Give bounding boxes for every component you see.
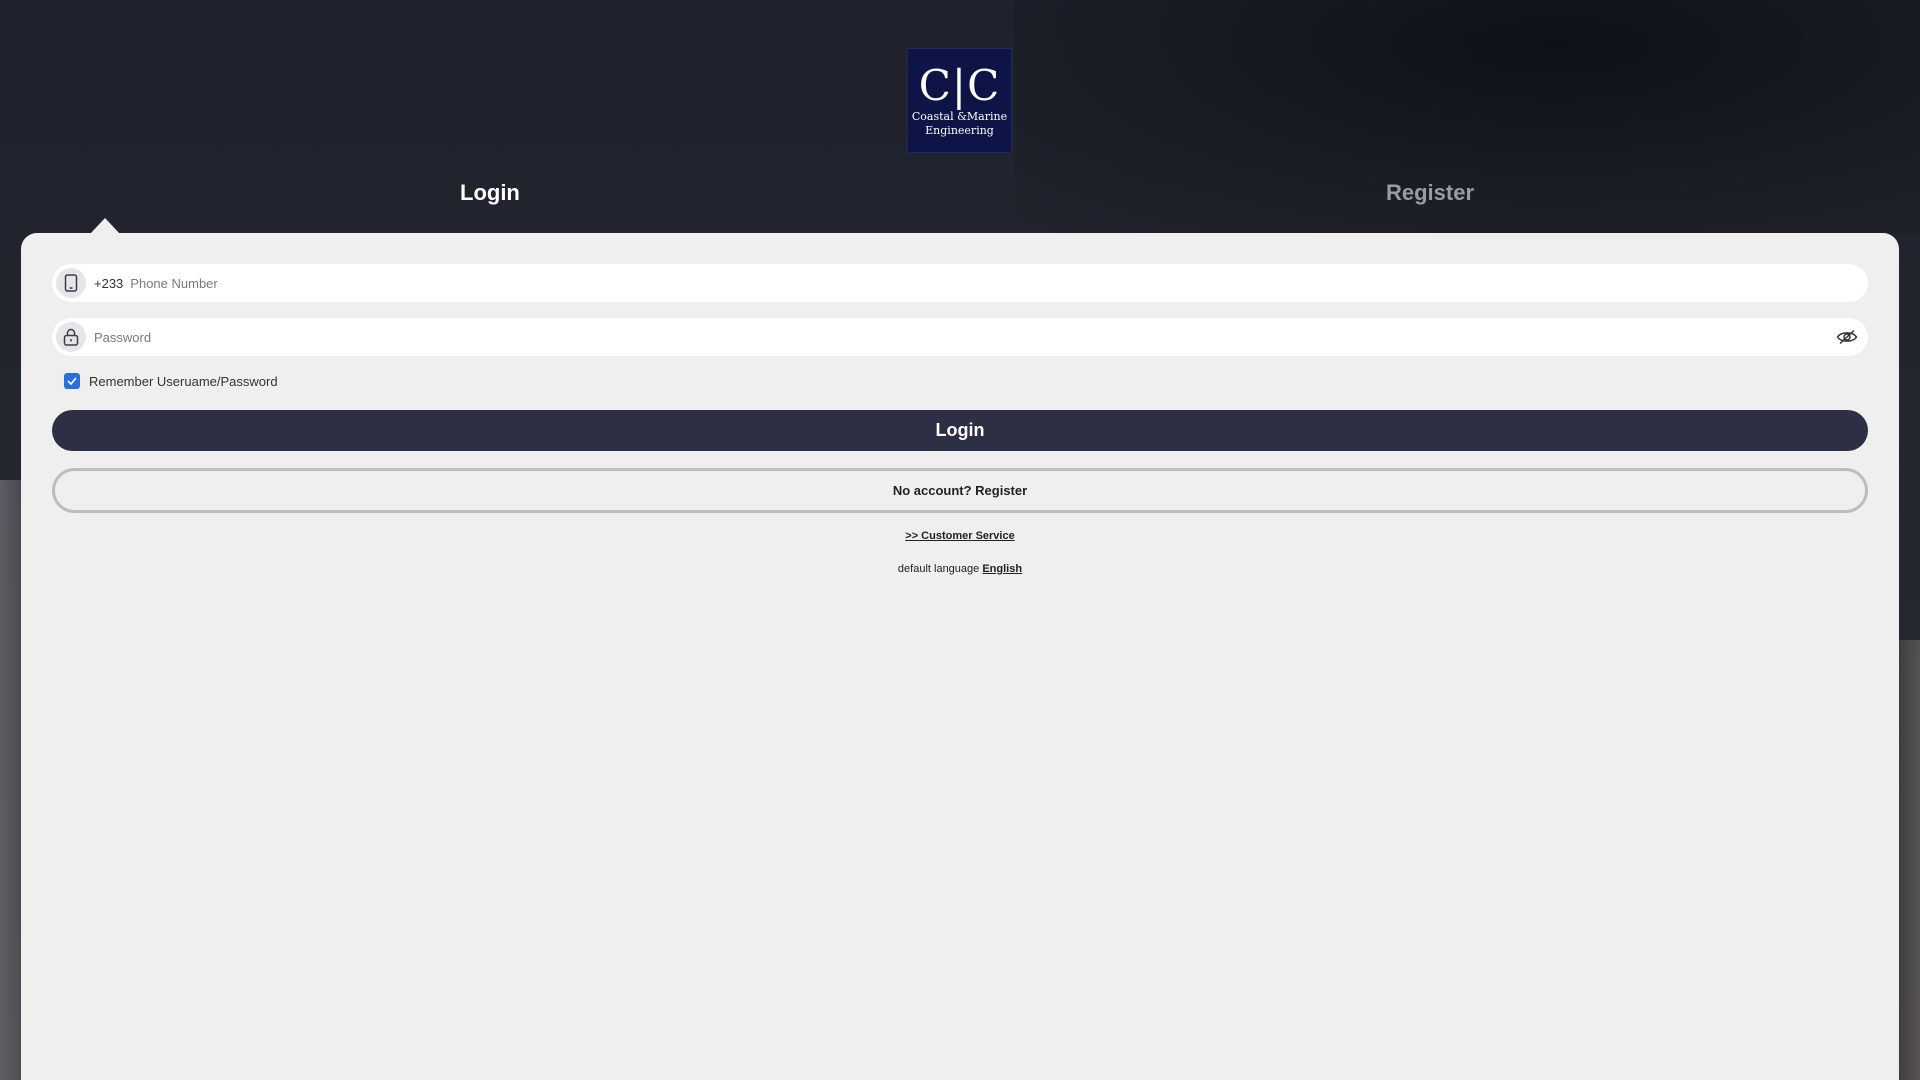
logo-subtitle-line2: Engineering xyxy=(925,123,994,137)
password-input[interactable] xyxy=(94,322,1826,352)
lock-icon xyxy=(56,322,86,352)
company-logo: C|C Coastal &Marine Engineering xyxy=(907,48,1012,153)
remember-checkbox[interactable] xyxy=(64,373,80,389)
customer-service-link[interactable]: >> Customer Service xyxy=(21,530,1899,542)
auth-tabs: Login Register xyxy=(0,170,1920,234)
active-tab-indicator xyxy=(90,218,120,234)
tab-login[interactable]: Login xyxy=(460,180,520,206)
tab-register[interactable]: Register xyxy=(1386,180,1474,206)
logo-subtitle-line1: Coastal &Marine xyxy=(911,109,1008,123)
language-row: default language English xyxy=(21,563,1899,575)
country-code[interactable]: +233 xyxy=(94,276,123,291)
phone-input[interactable] xyxy=(130,268,1868,298)
logo-subtitle: Coastal &Marine Engineering xyxy=(912,110,1007,138)
password-field xyxy=(52,318,1868,356)
phone-field: +233 xyxy=(52,264,1868,302)
language-prefix: default language xyxy=(897,563,980,575)
login-panel: +233 Remember Useruame/Password xyxy=(21,233,1899,1080)
logo-mark: C|C xyxy=(918,60,1001,110)
language-link[interactable]: English xyxy=(982,563,1022,575)
eye-hidden-icon[interactable] xyxy=(1836,329,1858,345)
remember-label: Remember Useruame/Password xyxy=(89,373,278,389)
remember-me: Remember Useruame/Password xyxy=(64,373,278,389)
login-button[interactable]: Login xyxy=(52,410,1868,451)
register-button[interactable]: No account? Register xyxy=(52,468,1868,513)
phone-icon xyxy=(56,268,86,298)
